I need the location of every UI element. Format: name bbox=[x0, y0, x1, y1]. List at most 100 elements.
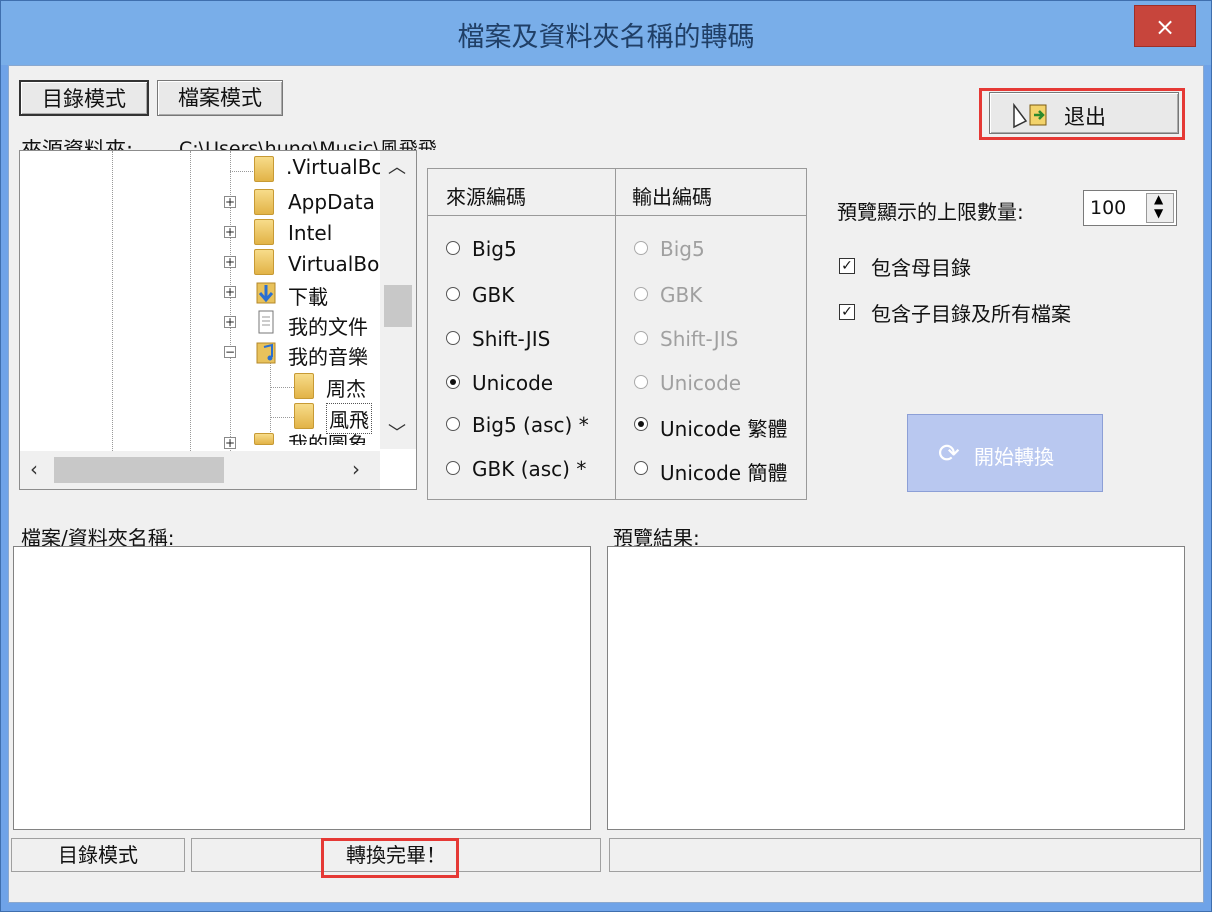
scroll-down-icon[interactable]: ﹀ bbox=[388, 419, 406, 445]
tree-guide bbox=[270, 361, 271, 436]
tree-horizontal-scrollbar[interactable]: ‹ › bbox=[20, 451, 380, 489]
output-radio-big5 bbox=[634, 241, 648, 255]
tree-guide bbox=[190, 151, 191, 451]
expand-icon[interactable]: + bbox=[224, 196, 236, 208]
source-folder-row: 來源資料夾: C:\Users\hung\Music\風飛飛 bbox=[21, 134, 461, 150]
source-radio-unicode[interactable] bbox=[446, 375, 460, 389]
output-radio-unicode-traditional[interactable] bbox=[634, 417, 648, 431]
folder-icon bbox=[254, 156, 274, 182]
tree-node[interactable]: VirtualBo: bbox=[288, 252, 386, 276]
exit-highlight bbox=[979, 88, 1185, 140]
source-folder-label: 來源資料夾: bbox=[21, 138, 134, 150]
tree-guide bbox=[112, 151, 113, 451]
tree-vertical-scrollbar[interactable]: ︿ ﹀ bbox=[380, 151, 416, 449]
tree-node[interactable]: 我的圖象 bbox=[288, 433, 368, 445]
start-convert-label: 開始轉換 bbox=[974, 445, 1054, 469]
output-label-shiftjis: Shift-JIS bbox=[660, 327, 739, 351]
source-folder-path: C:\Users\hung\Music\風飛飛 bbox=[179, 138, 437, 150]
source-label-big5: Big5 bbox=[472, 237, 517, 261]
client-area: 目錄模式 檔案模式 退出 來源資料夾: C:\Users\hung\Music\… bbox=[8, 65, 1204, 903]
preview-limit-label: 預覽顯示的上限數量: bbox=[837, 200, 1024, 224]
output-radio-gbk bbox=[634, 287, 648, 301]
folder-icon bbox=[294, 403, 314, 429]
downloads-icon bbox=[256, 279, 276, 309]
source-radio-big5[interactable] bbox=[446, 241, 460, 255]
folder-icon bbox=[254, 249, 274, 275]
include-parent-checkbox[interactable]: ✓ bbox=[839, 258, 855, 274]
output-label-big5: Big5 bbox=[660, 237, 705, 261]
tree-connector bbox=[230, 171, 255, 172]
tree-node[interactable]: 下載 bbox=[288, 281, 328, 310]
output-encoding-header: 輸出編碼 bbox=[632, 185, 712, 209]
status-mode: 目錄模式 bbox=[11, 838, 185, 872]
output-label-unicode-traditional: Unicode 繁體 bbox=[660, 417, 788, 441]
documents-icon bbox=[256, 309, 276, 339]
tree-connector bbox=[270, 417, 294, 418]
folder-icon bbox=[254, 219, 274, 245]
encoding-table: 來源編碼 輸出編碼 Big5 GBK Shift-JIS Unicode Big… bbox=[427, 168, 807, 500]
source-label-unicode: Unicode bbox=[472, 371, 554, 395]
names-pane[interactable] bbox=[13, 546, 591, 830]
folder-tree[interactable]: .VirtualBc + AppData + Intel + VirtualBo… bbox=[19, 150, 417, 490]
scroll-thumb[interactable] bbox=[384, 285, 412, 327]
output-label-unicode-simplified: Unicode 簡體 bbox=[660, 461, 788, 485]
status-extra bbox=[609, 838, 1201, 872]
output-radio-unicode-simplified[interactable] bbox=[634, 461, 648, 475]
scroll-left-icon[interactable]: ‹ bbox=[30, 457, 38, 481]
folder-icon bbox=[294, 373, 314, 399]
tree-node[interactable]: 我的文件 bbox=[288, 311, 368, 340]
preview-pane[interactable] bbox=[607, 546, 1185, 830]
source-radio-gbk-asc[interactable] bbox=[446, 461, 460, 475]
output-radio-unicode bbox=[634, 375, 648, 389]
expand-icon[interactable]: + bbox=[224, 286, 236, 298]
tree-node[interactable]: Intel bbox=[288, 221, 332, 245]
hscroll-thumb[interactable] bbox=[54, 457, 224, 483]
include-sub-label: 包含子目錄及所有檔案 bbox=[871, 302, 1071, 326]
source-label-gbk: GBK bbox=[472, 283, 515, 307]
tree-node[interactable]: 我的音樂 bbox=[288, 341, 368, 370]
directory-mode-button[interactable]: 目錄模式 bbox=[19, 80, 149, 116]
source-label-big5-asc: Big5 (asc) * bbox=[472, 413, 589, 437]
source-radio-gbk[interactable] bbox=[446, 287, 460, 301]
source-label-shiftjis: Shift-JIS bbox=[472, 327, 551, 351]
status-highlight bbox=[321, 838, 459, 878]
header-divider bbox=[428, 215, 806, 216]
tree-node[interactable]: 周杰 bbox=[326, 373, 366, 402]
column-divider bbox=[615, 169, 616, 499]
window-title: 檔案及資料夾名稱的轉碼 bbox=[457, 22, 755, 53]
tree-node-selected[interactable]: 風飛 bbox=[326, 403, 372, 434]
scroll-right-icon[interactable]: › bbox=[352, 457, 360, 481]
refresh-icon: ⟳ bbox=[938, 439, 960, 469]
source-encoding-header: 來源編碼 bbox=[446, 185, 526, 209]
spin-up-icon[interactable]: ▲ bbox=[1154, 192, 1163, 206]
expand-icon[interactable]: + bbox=[224, 226, 236, 238]
expand-icon[interactable]: + bbox=[224, 256, 236, 268]
start-convert-button[interactable]: ⟳ 開始轉換 bbox=[907, 414, 1103, 492]
preview-limit-spinner[interactable]: 100 ▲ ▼ bbox=[1083, 190, 1177, 226]
include-sub-checkbox[interactable]: ✓ bbox=[839, 304, 855, 320]
source-radio-shiftjis[interactable] bbox=[446, 331, 460, 345]
spinner-buttons[interactable]: ▲ ▼ bbox=[1146, 192, 1174, 223]
title-bar: 檔案及資料夾名稱的轉碼 × bbox=[1, 1, 1211, 65]
output-radio-shiftjis bbox=[634, 331, 648, 345]
spin-down-icon[interactable]: ▼ bbox=[1154, 206, 1163, 220]
output-label-unicode: Unicode bbox=[660, 371, 742, 395]
folder-icon bbox=[254, 189, 274, 215]
app-window: 檔案及資料夾名稱的轉碼 × 目錄模式 檔案模式 退出 來源資料夾: C:\Use… bbox=[0, 0, 1212, 912]
file-mode-button[interactable]: 檔案模式 bbox=[157, 80, 283, 116]
scroll-up-icon[interactable]: ︿ bbox=[388, 153, 406, 179]
include-parent-label: 包含母目錄 bbox=[871, 256, 971, 280]
collapse-icon[interactable]: − bbox=[224, 346, 236, 358]
expand-icon[interactable]: + bbox=[224, 316, 236, 328]
output-label-gbk: GBK bbox=[660, 283, 703, 307]
tree-connector bbox=[270, 387, 294, 388]
preview-limit-value: 100 bbox=[1090, 197, 1127, 219]
tree-node[interactable]: AppData bbox=[288, 190, 375, 214]
music-folder-icon bbox=[256, 339, 276, 369]
folder-icon bbox=[254, 433, 274, 445]
source-radio-big5-asc[interactable] bbox=[446, 417, 460, 431]
expand-icon[interactable]: + bbox=[224, 437, 236, 449]
close-button[interactable]: × bbox=[1134, 5, 1196, 47]
source-label-gbk-asc: GBK (asc) * bbox=[472, 457, 587, 481]
tree-node[interactable]: .VirtualBc bbox=[286, 155, 382, 179]
